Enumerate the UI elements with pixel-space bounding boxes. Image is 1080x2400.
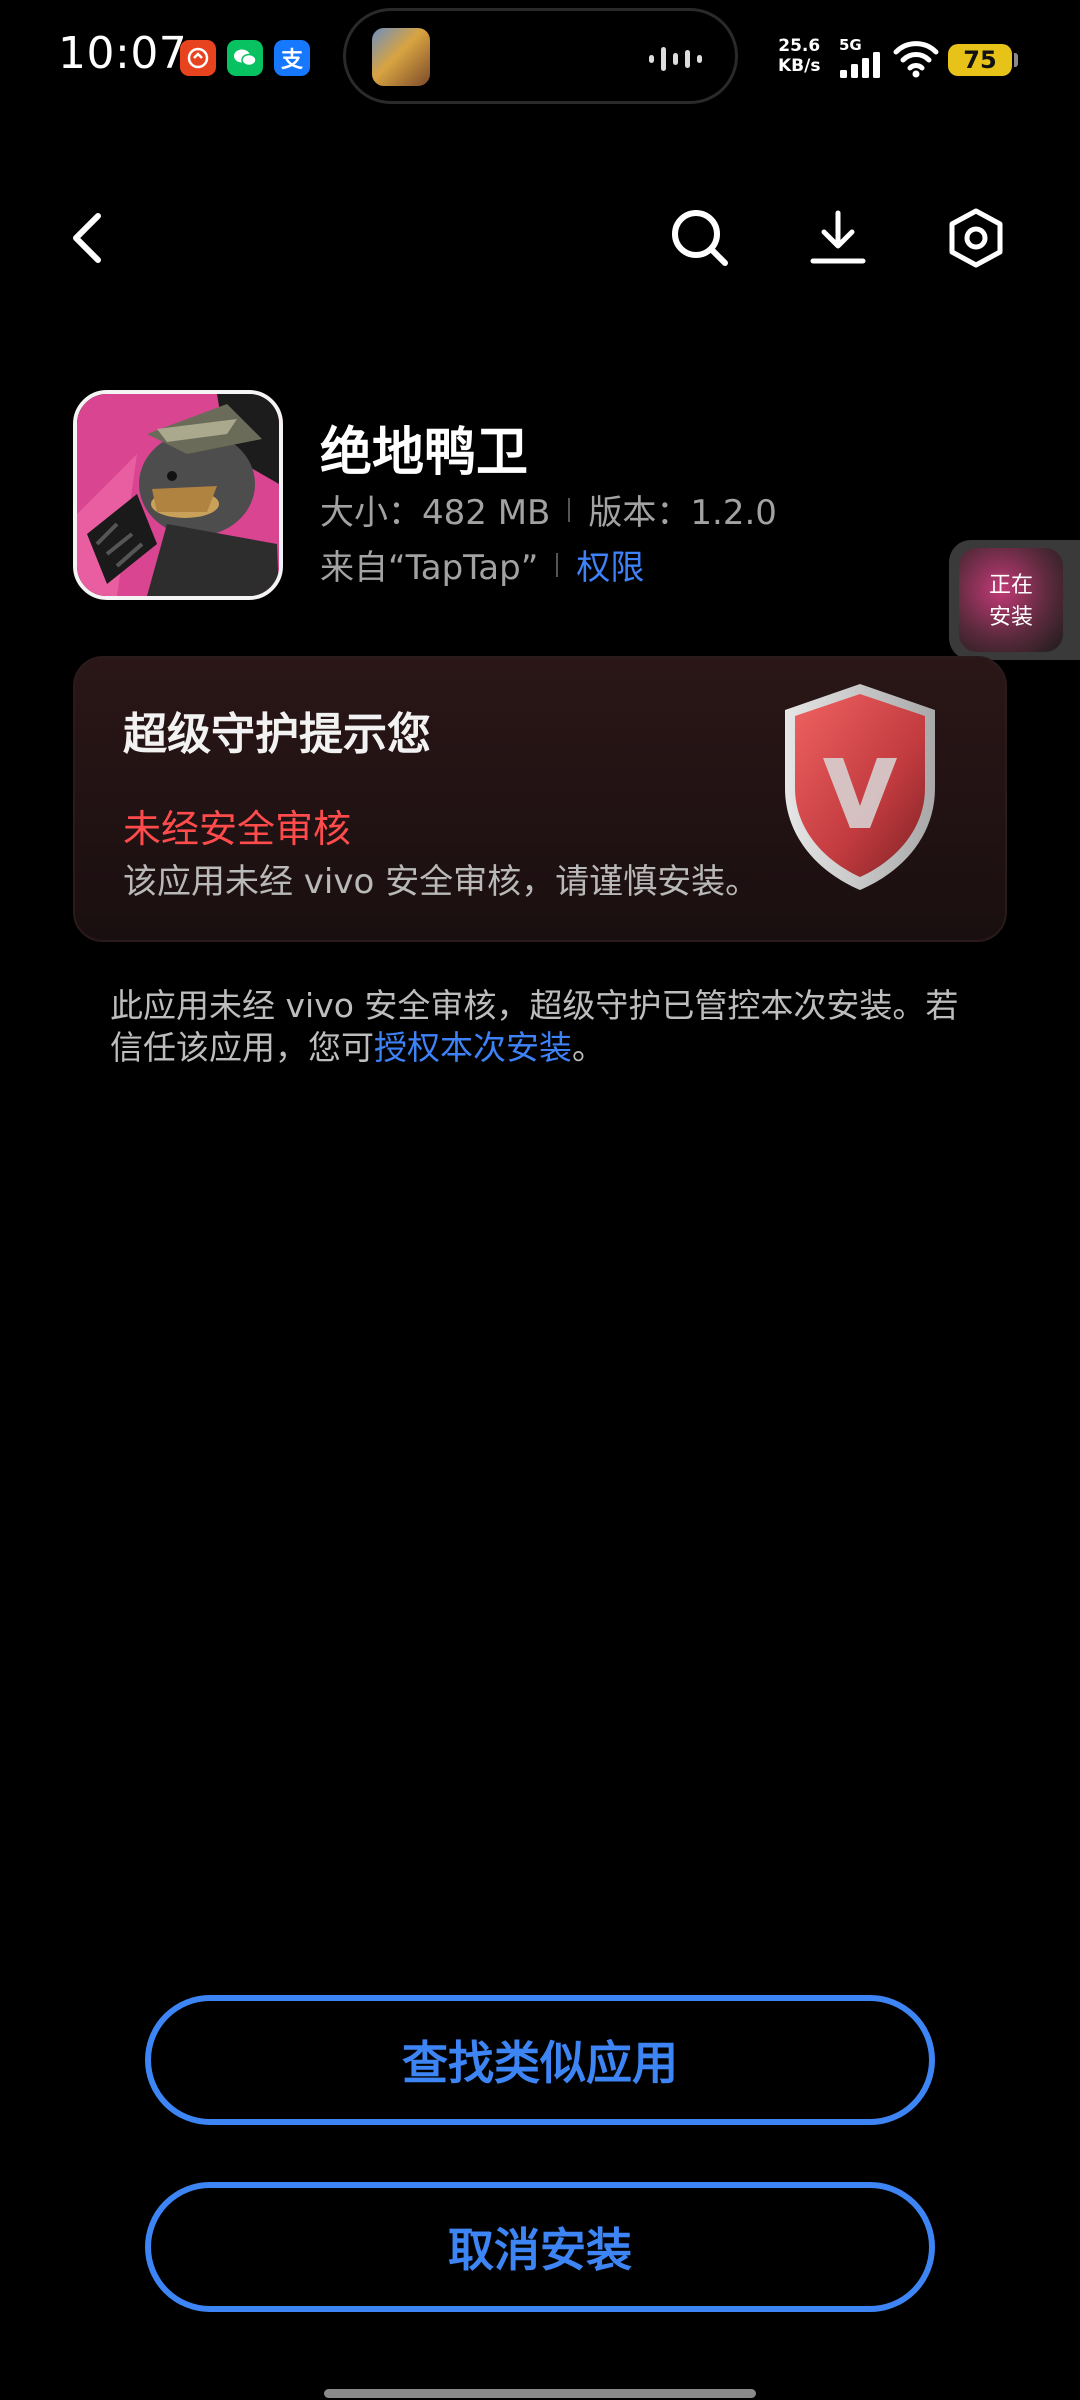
wechat-icon [227, 40, 263, 76]
installing-label-line1: 正在 [988, 573, 1033, 598]
cancel-install-button[interactable]: 取消安装 [145, 2182, 935, 2312]
alipay-glyph: 支 [280, 48, 303, 73]
search-icon [672, 210, 728, 266]
app-source: 来自“TapTap” [320, 548, 539, 588]
security-warning-label: 未经安全审核 [123, 807, 352, 851]
app-meta-size-version: 大小：482 MB 版本：1.2.0 [320, 485, 777, 534]
settings-icon [949, 208, 1003, 268]
dynamic-island[interactable] [343, 8, 738, 104]
installing-floating-bubble[interactable]: 正在 安装 [949, 540, 1080, 660]
shield-icon [785, 684, 935, 890]
app-icon [73, 390, 283, 600]
separator [568, 497, 571, 522]
download-icon [810, 210, 866, 264]
security-card-title: 超级守护提示您 [123, 709, 431, 760]
download-button[interactable] [806, 206, 870, 270]
status-time: 10:07 [58, 28, 188, 79]
back-button[interactable] [56, 206, 120, 270]
settings-button[interactable] [944, 206, 1008, 270]
home-indicator[interactable] [324, 2389, 756, 2398]
back-icon [73, 213, 101, 263]
separator [556, 552, 559, 577]
cellular-signal-icon [840, 52, 880, 78]
app-name: 绝地鸭卫 [320, 423, 529, 483]
battery-tip [1014, 53, 1018, 67]
installing-label-line2: 安装 [988, 605, 1033, 630]
wifi-icon [893, 41, 939, 78]
battery-indicator: 75 [948, 44, 1012, 76]
find-similar-apps-button[interactable]: 查找类似应用 [145, 1995, 935, 2125]
security-warning-card: 超级守护提示您 未经安全审核 该应用未经 vivo 安全审核，请谨慎安装。 [73, 656, 1007, 942]
taobao-icon [180, 40, 216, 76]
permissions-link[interactable]: 权限 [576, 540, 644, 589]
app-version: 版本：1.2.0 [588, 493, 777, 533]
network-speed-unit: KB/s [778, 56, 821, 76]
installation-note: 此应用未经 vivo 安全审核，超级守护已管控本次安装。若信任该应用，您可授权本… [110, 985, 990, 1069]
note-text-end: 。 [572, 1028, 605, 1067]
search-button[interactable] [668, 206, 732, 270]
app-size: 大小：482 MB [320, 493, 551, 533]
network-speed: 25.6 KB/s [778, 36, 820, 76]
alipay-icon: 支 [274, 40, 310, 76]
island-app-thumbnail [372, 28, 430, 86]
security-warning-description: 该应用未经 vivo 安全审核，请谨慎安装。 [123, 862, 760, 902]
authorize-install-link[interactable]: 授权本次安装 [374, 1028, 572, 1067]
audio-wave-icon [649, 47, 702, 71]
app-icon-artwork [77, 394, 279, 596]
app-meta-source: 来自“TapTap” 权限 [320, 540, 644, 589]
status-bar: 10:07 支 25.6 KB/s 5G 75 [0, 0, 1080, 120]
network-speed-value: 25.6 [778, 36, 821, 56]
installing-label: 正在 安装 [959, 570, 1063, 634]
